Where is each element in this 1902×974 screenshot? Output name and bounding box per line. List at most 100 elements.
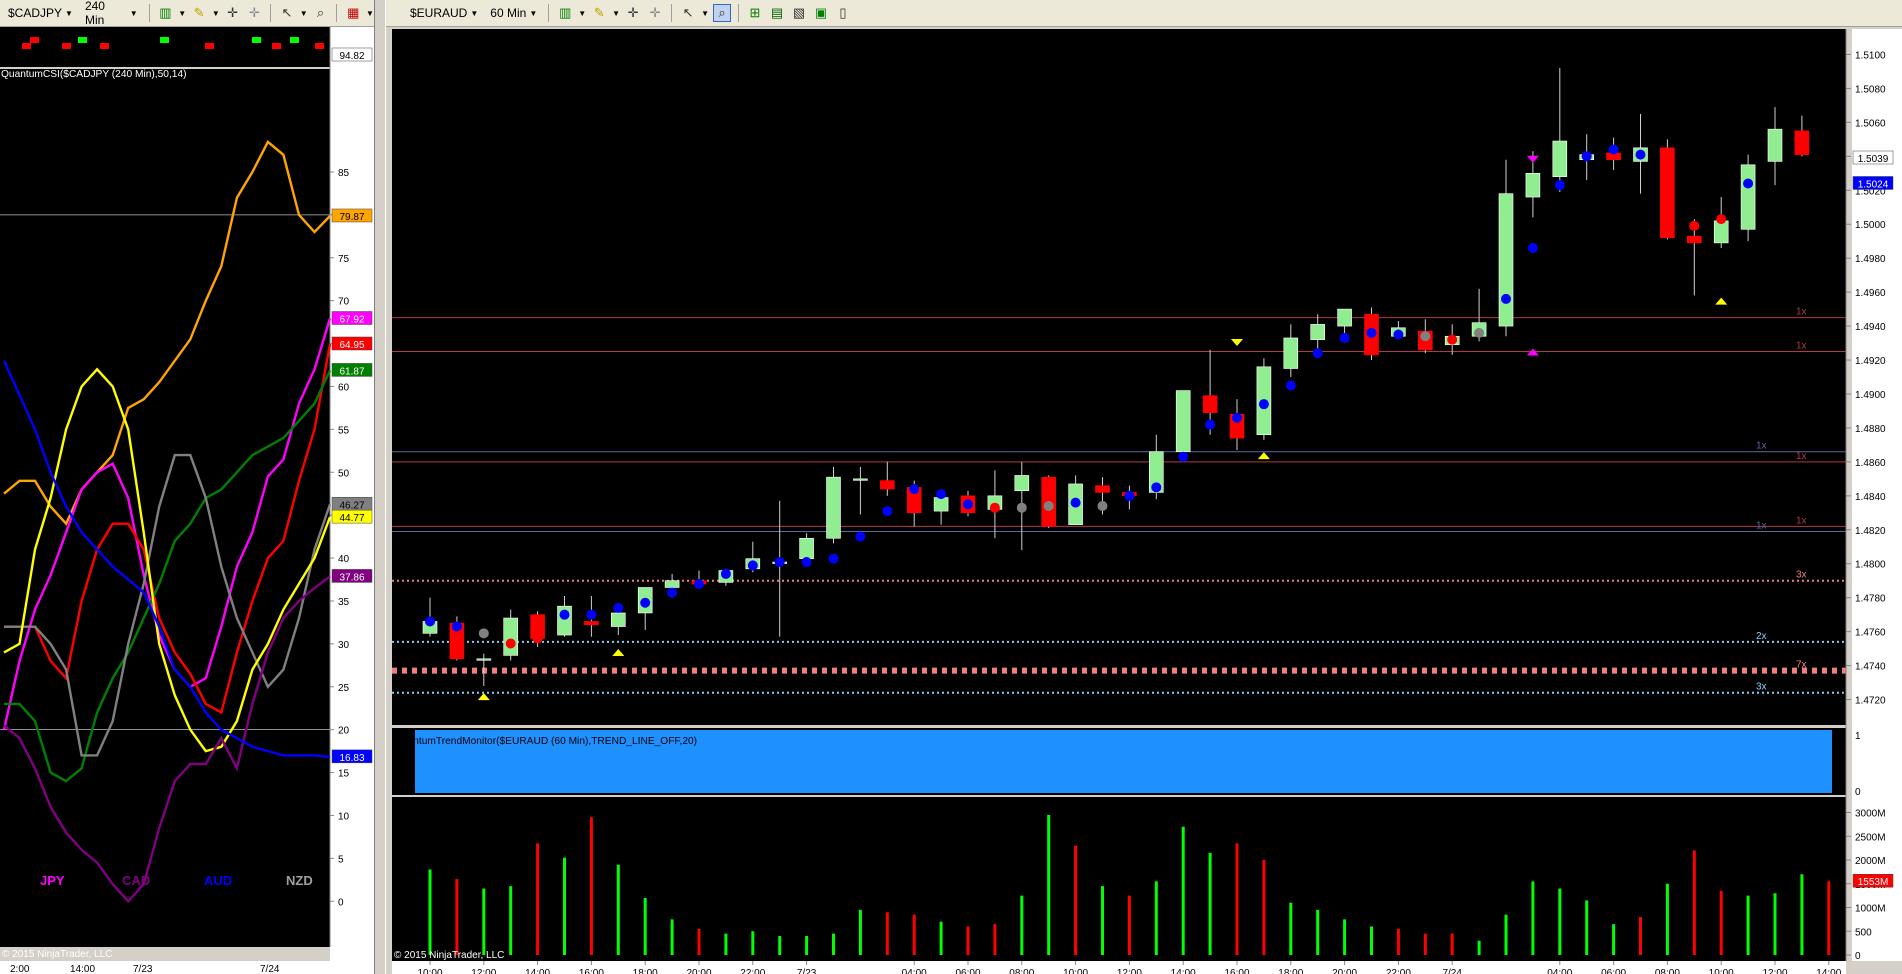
candle-up: [1498, 193, 1514, 327]
price-level-label: 3x: [1756, 682, 1767, 693]
crosshair-icon[interactable]: ✛: [224, 4, 242, 22]
accumulation-dot: [1527, 242, 1538, 253]
time-label: 14:00: [525, 968, 550, 974]
chevron-down-icon[interactable]: ▼: [178, 9, 186, 18]
csi-y-tick-label: 75: [338, 254, 350, 265]
candle-up: [1552, 140, 1568, 177]
chevron-down-icon: ▼: [529, 8, 538, 18]
chevron-down-icon[interactable]: ▼: [300, 9, 308, 18]
chevron-down-icon[interactable]: ▼: [612, 9, 620, 18]
drawing-objects-icon[interactable]: ▧: [790, 4, 808, 22]
accumulation-dot: [1743, 178, 1754, 189]
pointer-icon[interactable]: ↖: [679, 4, 697, 22]
accumulation-dot: [532, 633, 543, 644]
global-crosshair-icon[interactable]: ✛: [646, 4, 664, 22]
global-crosshair-icon[interactable]: ✛: [245, 4, 263, 22]
euraud-price-chart: 1.4720 1.4740 1.4760 1.4780 1.4800 1.4820 1.48…: [392, 29, 1902, 974]
csi-y-tick-label: 15: [338, 769, 350, 780]
time-label: 06:00: [1601, 968, 1626, 974]
pencil-icon[interactable]: ✎: [590, 4, 608, 22]
accumulation-dot: [989, 502, 1000, 513]
candle-up: [799, 537, 814, 559]
time-label: 10:00: [417, 968, 442, 974]
trend-monitor-tick: 0: [1855, 787, 1861, 798]
accumulation-dot: [1070, 497, 1081, 508]
csi-series-value-tag: 44.77: [339, 513, 364, 524]
time-label: 04:00: [902, 968, 927, 974]
accumulation-dot: [425, 616, 435, 627]
y-tick-label: 1.5060: [1855, 118, 1886, 129]
copyright-label: © 2015 NinjaTrader, LLC: [2, 949, 112, 960]
candle-up: [1310, 324, 1326, 340]
chevron-down-icon[interactable]: ▼: [578, 9, 586, 18]
toolbar-divider: [548, 4, 550, 22]
accumulation-dot: [1258, 399, 1269, 410]
candle-up: [611, 612, 626, 627]
accumulation-dot: [1635, 149, 1646, 160]
zoom-icon[interactable]: ⌕: [713, 4, 731, 22]
crosshair-icon[interactable]: ✛: [624, 4, 642, 22]
csi-series-value-tag: 46.27: [339, 500, 364, 511]
accumulation-dot: [1608, 144, 1619, 155]
y-tick-label: 1.4940: [1855, 322, 1886, 333]
candle-up: [1767, 128, 1783, 162]
candle-up: [1337, 308, 1352, 327]
accumulation-dot: [559, 609, 570, 620]
accumulation-dot: [1716, 214, 1727, 225]
accumulation-dot: [720, 568, 731, 579]
chevron-down-icon[interactable]: ▼: [701, 9, 709, 18]
zoom-icon[interactable]: ⌕: [312, 4, 330, 22]
candle-up: [1175, 390, 1191, 452]
time-label: 10:00: [1063, 968, 1088, 974]
accumulation-dot: [694, 579, 704, 590]
time-label: 7/24: [1442, 968, 1462, 974]
accumulation-dot: [1474, 327, 1485, 338]
data-box-icon[interactable]: ▦: [344, 4, 362, 22]
volume-y-tick-label: 2500M: [1855, 832, 1886, 843]
panel-splitter[interactable]: [374, 0, 386, 974]
pencil-icon[interactable]: ✎: [190, 4, 208, 22]
chevron-down-icon[interactable]: ▼: [366, 9, 374, 18]
accumulation-dot: [1501, 293, 1511, 304]
csi-indicator-title: QuantumCSI($CADJPY (240 Min),50,14): [1, 69, 187, 80]
time-label: 14:00: [1816, 968, 1841, 974]
strategy-icon[interactable]: ⊞: [746, 4, 764, 22]
accumulation-dot: [505, 638, 516, 649]
time-label: 18:00: [1278, 968, 1303, 974]
data-box-icon[interactable]: ▯: [834, 4, 852, 22]
candle-up: [1283, 337, 1299, 369]
strength-dash: [78, 37, 87, 43]
price-pane-background: [392, 29, 1846, 725]
y-tick-label: 1.4780: [1855, 594, 1886, 605]
instrument-selector[interactable]: $EURAUD ▼: [406, 5, 482, 21]
time-label: 04:00: [1547, 968, 1572, 974]
currency-legend-label: CAD: [122, 873, 150, 888]
instrument-selector[interactable]: $CADJPY ▼: [4, 5, 77, 21]
accumulation-dot: [774, 557, 785, 568]
candle-up: [1740, 164, 1756, 230]
chevron-down-icon: ▼: [470, 8, 479, 18]
currency-legend-label: JPY: [40, 873, 65, 888]
candle-up: [1525, 172, 1541, 198]
volume-y-tick-label: 0: [1855, 951, 1861, 962]
csi-time-label: 14:00: [70, 964, 95, 974]
chart-style-icon[interactable]: ▥: [157, 4, 175, 22]
chart-style-icon[interactable]: ▥: [556, 4, 574, 22]
candle-down: [1794, 130, 1810, 155]
price-level-label: 3x: [1796, 570, 1807, 581]
pointer-icon[interactable]: ↖: [278, 4, 296, 22]
properties-icon[interactable]: ▣: [812, 4, 830, 22]
accumulation-dot: [1097, 501, 1108, 512]
csi-y-tick-label: 55: [338, 425, 350, 436]
interval-selector[interactable]: 60 Min ▼: [486, 5, 541, 21]
toolbar-divider: [336, 4, 338, 22]
candle-down: [1202, 395, 1218, 413]
strength-dash: [290, 37, 299, 43]
chevron-down-icon[interactable]: ▼: [212, 9, 220, 18]
interval-selector[interactable]: 240 Min ▼: [81, 0, 142, 28]
indicators-icon[interactable]: ▤: [768, 4, 786, 22]
csi-y-tick-label: 35: [338, 597, 350, 608]
candle-down: [1095, 485, 1110, 493]
accumulation-dot: [1043, 501, 1054, 512]
accumulation-dot: [1016, 502, 1027, 513]
